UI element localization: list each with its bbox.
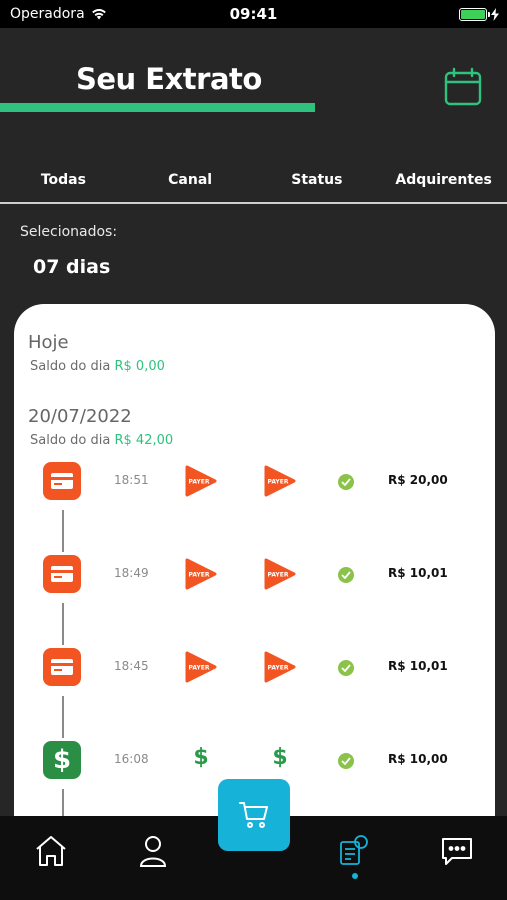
acquirer-label: PAYER — [268, 665, 289, 672]
transaction-row[interactable]: 18:45 PAYER PAYER R$ 10,01 — [14, 648, 495, 688]
payer-logo-icon: PAYER — [185, 558, 217, 590]
cart-icon — [239, 802, 268, 828]
channel-dollar-icon: $ — [193, 745, 209, 770]
day-balance-label: Saldo do dia — [30, 359, 111, 374]
payer-logo-icon: PAYER — [185, 465, 217, 497]
day-balance: Saldo do dia R$ 42,00 — [30, 433, 173, 448]
chat-icon[interactable] — [440, 834, 474, 868]
check-icon — [338, 660, 354, 676]
transaction-row[interactable]: $ 16:08 $ $ R$ 10,00 — [14, 741, 495, 781]
transaction-time: 18:45 — [114, 659, 149, 673]
home-icon[interactable] — [34, 834, 68, 868]
channel-label: PAYER — [189, 665, 210, 672]
status-bar: Operadora 09:41 — [0, 0, 507, 28]
user-icon[interactable] — [136, 834, 170, 868]
tab-status[interactable]: Status — [254, 172, 381, 202]
acquirer-dollar-icon: $ — [272, 745, 288, 770]
carrier-name: Operadora — [10, 6, 85, 22]
payer-logo-icon: PAYER — [185, 651, 217, 683]
check-icon — [338, 567, 354, 583]
day-group-20-07-2022: 20/07/2022 Saldo do dia R$ 42,00 — [28, 406, 173, 448]
check-icon — [338, 753, 354, 769]
day-balance-amount: R$ 0,00 — [114, 359, 165, 374]
timeline-connector — [62, 696, 64, 738]
title-underline — [0, 103, 315, 112]
check-icon — [338, 474, 354, 490]
day-group-today: Hoje Saldo do dia R$ 0,00 — [28, 332, 165, 374]
transaction-amount: R$ 10,01 — [388, 659, 448, 673]
wifi-icon — [91, 8, 106, 20]
timeline-connector — [62, 603, 64, 645]
battery-icon — [459, 7, 490, 21]
payer-logo-icon: PAYER — [264, 558, 296, 590]
statement-card: Hoje Saldo do dia R$ 0,00 20/07/2022 Sal… — [14, 304, 495, 844]
acquirer-label: PAYER — [268, 572, 289, 579]
clock: 09:41 — [229, 5, 278, 23]
transaction-time: 18:51 — [114, 473, 149, 487]
day-balance-label: Saldo do dia — [30, 433, 111, 448]
card-icon — [43, 462, 81, 500]
active-indicator — [352, 873, 358, 879]
acquirer-label: PAYER — [268, 479, 289, 486]
cart-button[interactable] — [218, 779, 290, 851]
card-icon — [43, 555, 81, 593]
channel-label: PAYER — [189, 479, 210, 486]
transaction-time: 18:49 — [114, 566, 149, 580]
calendar-icon — [444, 67, 482, 106]
day-name: 20/07/2022 — [28, 406, 132, 427]
day-name: Hoje — [28, 332, 69, 353]
charging-icon — [491, 7, 499, 21]
tabs-divider — [0, 202, 507, 204]
channel-label: PAYER — [189, 572, 210, 579]
timeline-connector — [62, 510, 64, 552]
page-title: Seu Extrato — [76, 62, 262, 96]
transaction-amount: R$ 10,01 — [388, 566, 448, 580]
payer-logo-icon: PAYER — [264, 465, 296, 497]
filter-tabs: Todas Canal Status Adquirentes — [0, 172, 507, 202]
dollar-icon: $ — [43, 741, 81, 779]
tab-canal[interactable]: Canal — [127, 172, 254, 202]
day-balance-amount: R$ 42,00 — [114, 433, 174, 448]
transaction-time: 16:08 — [114, 752, 149, 766]
selected-label: Selecionados: — [20, 224, 118, 240]
transaction-amount: R$ 20,00 — [388, 473, 448, 487]
day-balance: Saldo do dia R$ 0,00 — [30, 359, 165, 374]
transaction-row[interactable]: 18:51 PAYER PAYER R$ 20,00 — [14, 462, 495, 502]
statement-icon[interactable] — [336, 834, 370, 868]
selected-period: 07 dias — [33, 256, 111, 278]
calendar-button[interactable] — [443, 67, 483, 107]
transaction-amount: R$ 10,00 — [388, 752, 448, 766]
tab-adquirentes[interactable]: Adquirentes — [380, 172, 507, 202]
transaction-row[interactable]: 18:49 PAYER PAYER R$ 10,01 — [14, 555, 495, 595]
card-icon — [43, 648, 81, 686]
payer-logo-icon: PAYER — [264, 651, 296, 683]
tab-todas[interactable]: Todas — [0, 172, 127, 202]
